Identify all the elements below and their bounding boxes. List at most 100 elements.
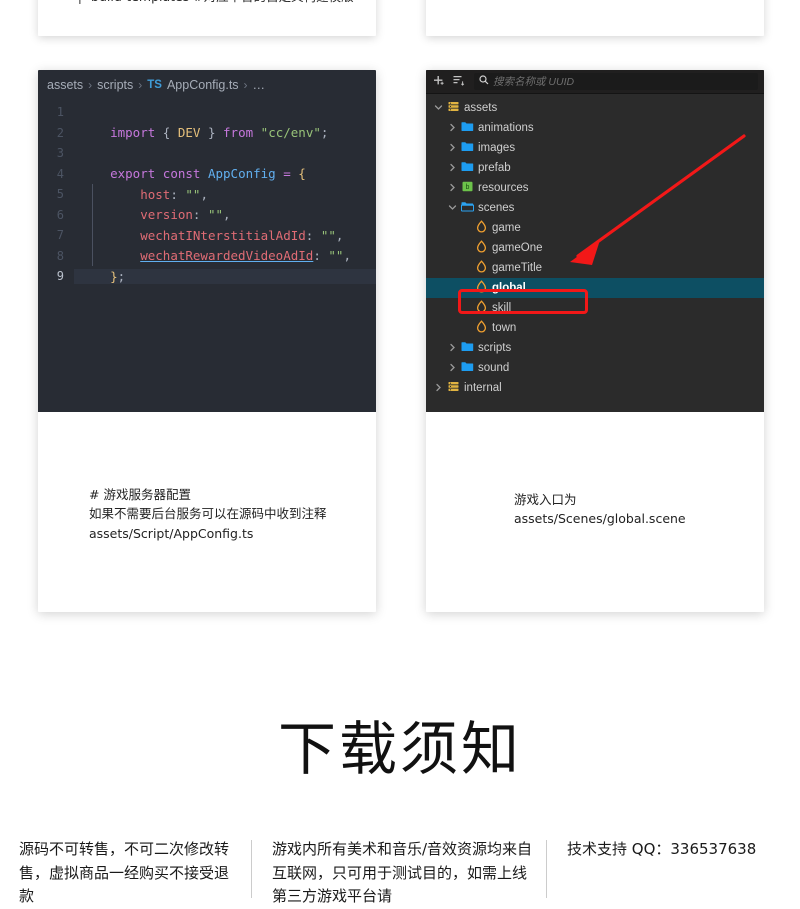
asset-tree-item-assets[interactable]: assets (426, 98, 764, 118)
breadcrumb-scripts[interactable]: scripts (97, 78, 133, 92)
code-line[interactable]: 1 (38, 102, 376, 123)
sort-asset-icon[interactable] (452, 74, 465, 89)
code-token: , (200, 186, 208, 202)
code-line[interactable]: 9 }; (38, 266, 376, 287)
code-lines[interactable]: 1 2 import { DEV } from "cc/env"; 3 4 expor… (38, 100, 376, 287)
line-number: 9 (56, 269, 64, 284)
asset-tree-item-gameTitle[interactable]: gameTitle (426, 258, 764, 278)
code-line[interactable]: 7 wechatINterstitialAdId: "", (38, 225, 376, 246)
chevron-right-icon: › (243, 78, 248, 92)
code-token: from (223, 125, 254, 141)
line-number: 6 (56, 207, 64, 222)
code-token: : (170, 186, 186, 202)
search-placeholder: 搜索名称或 UUID (493, 76, 575, 88)
code-line[interactable]: 4 export const AppConfig = { (38, 164, 376, 185)
asset-tree-item-resources[interactable]: b resources (426, 178, 764, 198)
folder-icon (459, 161, 476, 175)
chevron-right-icon: › (88, 78, 93, 92)
code-token: DEV (170, 125, 208, 141)
asset-tree-item-internal[interactable]: internal (426, 378, 764, 398)
chevron-right-icon[interactable] (446, 183, 459, 194)
chevron-down-icon[interactable] (446, 203, 459, 214)
breadcrumb-assets[interactable]: assets (47, 78, 83, 92)
code-line[interactable]: 5 host: "", (38, 184, 376, 205)
code-line[interactable]: 8 wechatRewardedVideoAdId: "", (38, 246, 376, 267)
code-text: wechatRewardedVideoAdId: "", (74, 248, 376, 263)
asset-tree-item-gameOne[interactable]: gameOne (426, 238, 764, 258)
asset-tree-label: town (492, 322, 517, 334)
chevron-right-icon[interactable] (446, 363, 459, 374)
breadcrumb-ellipsis[interactable]: … (253, 78, 266, 92)
asset-tree-label: resources (478, 182, 529, 194)
code-token: } (110, 268, 118, 284)
chevron-right-icon[interactable] (446, 343, 459, 354)
asset-card: 搜索名称或 UUID assets animations images prefab b… (426, 70, 764, 612)
asset-tree-label: animations (478, 122, 534, 134)
asset-tree-item-scripts[interactable]: scripts (426, 338, 764, 358)
asset-tree-item-animations[interactable]: animations (426, 118, 764, 138)
code-text: version: "", (74, 207, 376, 222)
code-token: "" (328, 248, 344, 264)
folder-icon (459, 361, 476, 375)
code-token: , (223, 207, 231, 223)
chevron-right-icon[interactable] (446, 123, 459, 134)
asset-tree-item-prefab[interactable]: prefab (426, 158, 764, 178)
top-card-right (426, 0, 764, 36)
breadcrumb-file[interactable]: AppConfig.ts (167, 78, 239, 92)
search-input[interactable]: 搜索名称或 UUID (474, 73, 758, 90)
add-asset-icon[interactable] (432, 74, 445, 89)
chevron-right-icon[interactable] (432, 383, 445, 394)
right-caption-line1: 游戏入口为 (514, 492, 577, 507)
chevron-right-icon: › (138, 78, 143, 92)
code-token: "" (207, 207, 224, 223)
code-token: "" (320, 227, 336, 243)
asset-tree-label: global (492, 282, 526, 294)
code-token: "cc/env" (260, 125, 321, 141)
right-caption-line2: assets/Scenes/global.scene (514, 511, 686, 527)
code-token: , (335, 227, 344, 243)
line-number: 1 (56, 105, 64, 120)
db-icon (445, 381, 462, 395)
asset-tree-item-global[interactable]: global (426, 278, 764, 298)
chevron-right-icon[interactable] (446, 143, 459, 154)
top-partial-cards: ├─build-templates #对应平台的自定义构建模版 (0, 0, 800, 36)
top-card-left-text: ├─build-templates #对应平台的自定义构建模版 (76, 0, 354, 5)
folder-icon (459, 121, 476, 135)
chevron-down-icon[interactable] (432, 103, 445, 114)
code-token: } (207, 125, 216, 141)
code-card: assets › scripts › TS AppConfig.ts › … 1… (38, 70, 376, 612)
asset-tree-item-scenes[interactable]: scenes (426, 198, 764, 218)
asset-tree-label: internal (464, 382, 502, 394)
code-token: import (110, 125, 156, 141)
asset-tree-label: scenes (478, 202, 515, 214)
asset-tree-label: gameOne (492, 242, 543, 254)
code-line[interactable]: 6 version: "", (38, 205, 376, 226)
code-line[interactable]: 2 import { DEV } from "cc/env"; (38, 123, 376, 144)
scene-icon (473, 300, 490, 316)
code-token: const (162, 166, 201, 182)
code-token: version (140, 207, 193, 223)
asset-tree[interactable]: assets animations images prefab b resources sc… (426, 94, 764, 398)
breadcrumb[interactable]: assets › scripts › TS AppConfig.ts › … (38, 70, 376, 100)
code-token: : (305, 227, 321, 243)
asset-toolbar: 搜索名称或 UUID (426, 70, 764, 94)
asset-tree-item-town[interactable]: town (426, 318, 764, 338)
code-token: "" (185, 186, 201, 202)
asset-tree-item-game[interactable]: game (426, 218, 764, 238)
code-line[interactable]: 3 (38, 143, 376, 164)
asset-tree-item-sound[interactable]: sound (426, 358, 764, 378)
asset-tree-item-skill[interactable]: skill (426, 298, 764, 318)
code-text: wechatINterstitialAdId: "", (74, 228, 376, 243)
page-title: 下载须知 (277, 715, 522, 783)
chevron-right-icon[interactable] (446, 163, 459, 174)
asset-tree-item-images[interactable]: images (426, 138, 764, 158)
code-token: : (313, 248, 329, 264)
code-text: host: "", (74, 187, 376, 202)
